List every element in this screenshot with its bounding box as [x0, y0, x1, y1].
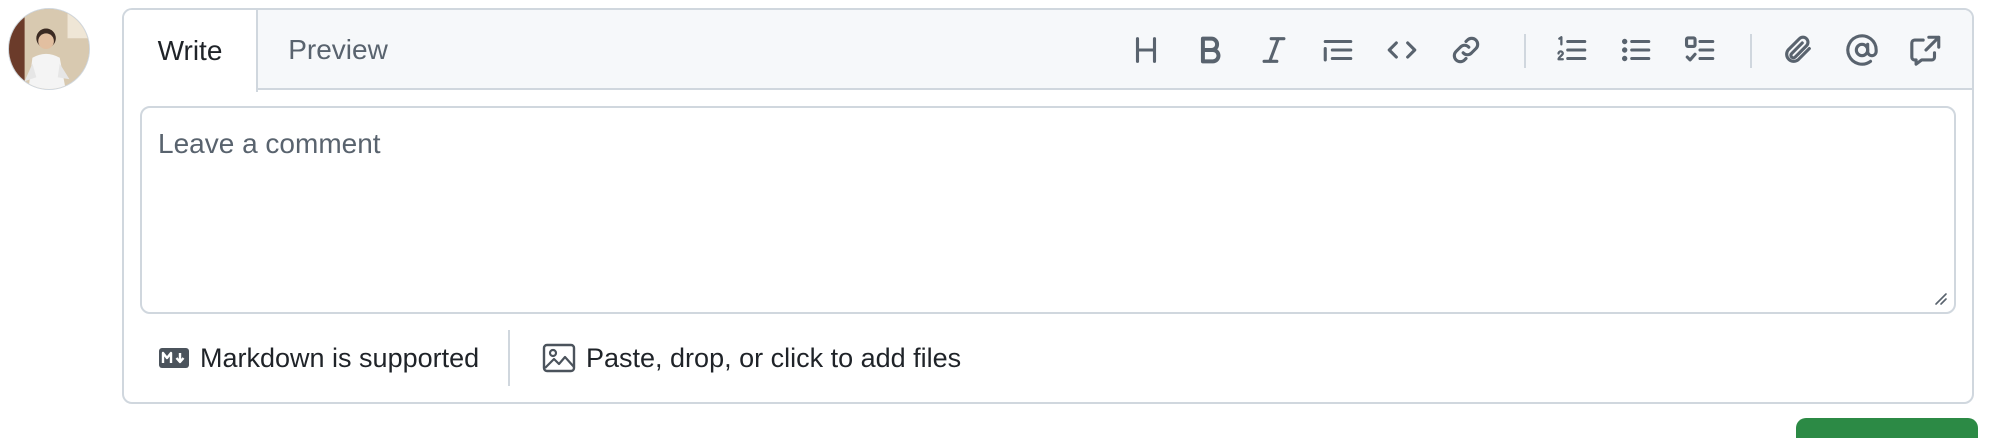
bold-button[interactable] [1190, 30, 1230, 70]
code-button[interactable] [1382, 30, 1422, 70]
mention-button[interactable] [1842, 30, 1882, 70]
at-sign-icon [1846, 34, 1878, 66]
editor-header: Write Preview [124, 10, 1972, 92]
bold-icon [1200, 36, 1221, 64]
tab-preview[interactable]: Preview [258, 10, 418, 90]
comment-editor: Write Preview Leave a comment Markdown i… [122, 8, 1974, 404]
task-list-button[interactable] [1680, 30, 1720, 70]
add-files-button[interactable]: Paste, drop, or click to add files [542, 338, 961, 378]
add-files-label: Paste, drop, or click to add files [586, 342, 962, 373]
ordered-list-icon [1557, 36, 1587, 61]
resize-handle-icon[interactable] [1930, 288, 1948, 306]
markdown-icon [158, 347, 190, 369]
editor-footer: Markdown is supported Paste, drop, or cl… [124, 328, 1972, 392]
tab-write[interactable]: Write [124, 10, 258, 92]
comment-textarea-wrapper [140, 106, 1956, 314]
heading-icon [1135, 37, 1157, 63]
link-button[interactable] [1446, 30, 1486, 70]
unordered-list-icon [1621, 38, 1651, 62]
toolbar-divider [1750, 34, 1752, 68]
code-icon [1387, 41, 1417, 59]
attach-button[interactable] [1778, 30, 1818, 70]
reference-button[interactable] [1906, 30, 1946, 70]
footer-divider [508, 330, 510, 386]
link-icon [1452, 36, 1480, 64]
cross-reference-icon [1910, 35, 1941, 66]
quote-button[interactable] [1318, 30, 1358, 70]
task-list-icon [1684, 36, 1715, 62]
comment-submit-button[interactable] [1796, 418, 1978, 438]
user-avatar[interactable] [8, 8, 90, 90]
image-icon [542, 342, 576, 374]
quote-icon [1323, 39, 1353, 62]
markdown-support-label: Markdown is supported [200, 342, 480, 373]
bulleted-list-button[interactable] [1616, 30, 1656, 70]
paperclip-icon [1785, 35, 1811, 63]
toolbar-divider [1524, 34, 1526, 68]
avatar-photo [9, 9, 89, 89]
comment-textarea[interactable] [142, 108, 1954, 312]
italic-button[interactable] [1254, 30, 1294, 70]
markdown-support-link[interactable]: Markdown is supported [158, 338, 479, 378]
italic-icon [1262, 37, 1286, 63]
heading-button[interactable] [1126, 30, 1166, 70]
numbered-list-button[interactable] [1552, 30, 1592, 70]
